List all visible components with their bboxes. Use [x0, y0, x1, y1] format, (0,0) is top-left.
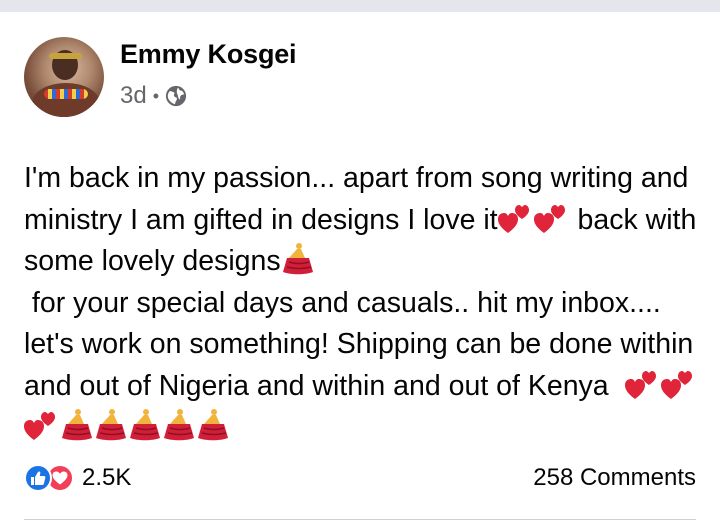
post-text-part-3: for your special days and casuals.. hit …: [24, 286, 694, 402]
post-time[interactable]: 3d: [120, 82, 147, 110]
two-hearts-emoji: [497, 204, 529, 233]
meta-separator: •: [152, 85, 160, 106]
reaction-count: 2.5K: [82, 464, 132, 491]
two-hearts-emoji: [660, 370, 692, 399]
post-meta: 3d •: [120, 82, 187, 110]
avatar-headband-shape: [49, 53, 82, 59]
dancer-emoji: [96, 409, 126, 441]
author-avatar[interactable]: [24, 37, 104, 117]
like-icon: [24, 464, 52, 492]
two-hearts-emoji: [24, 412, 55, 440]
dancer-emoji: [282, 243, 313, 275]
two-hearts-emoji: [533, 204, 565, 233]
post-footer: 2.5K 258 Comments: [24, 460, 696, 496]
dancer-emoji: [198, 409, 228, 441]
post-text: I'm back in my passion... apart from son…: [24, 158, 704, 449]
two-hearts-emoji: [624, 370, 656, 399]
avatar-beads-shape: [44, 89, 88, 99]
dancer-emoji: [130, 409, 160, 441]
dancer-emoji: [164, 409, 194, 441]
post-header: Emmy Kosgei 3d •: [24, 37, 704, 117]
post-card: Emmy Kosgei 3d • I'm back in my passion.…: [0, 12, 720, 526]
comments-count-link[interactable]: 258 Comments: [533, 460, 696, 496]
author-name[interactable]: Emmy Kosgei: [120, 39, 297, 70]
footer-divider: [24, 519, 696, 520]
globe-icon[interactable]: [165, 85, 187, 107]
reaction-summary[interactable]: 2.5K: [24, 460, 131, 496]
dancer-emoji: [62, 409, 92, 441]
feed-separator-strip: [0, 0, 720, 12]
